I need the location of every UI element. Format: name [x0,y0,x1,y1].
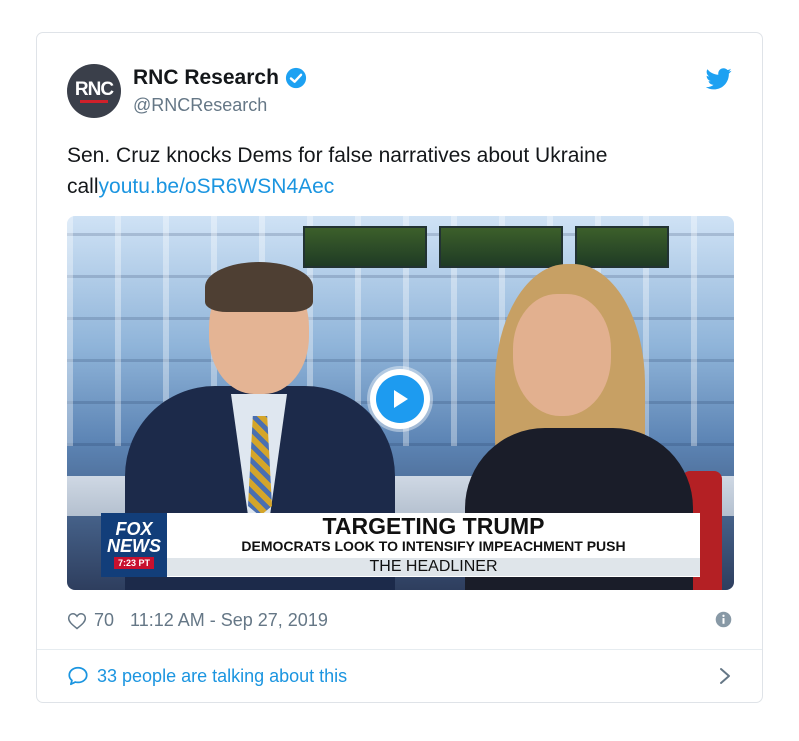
fox-news-logo: FOX NEWS 7:23 PT [101,513,167,577]
author-handle[interactable]: @RNCResearch [133,95,267,116]
tweet-meta: 70 11:12 AM - Sep 27, 2019 [67,610,732,631]
fox-logo-line2: NEWS [107,536,161,556]
twitter-bird-icon[interactable] [706,68,732,90]
play-button[interactable] [370,369,430,429]
video-background-monitor [439,226,563,268]
chyron-text: TARGETING TRUMP DEMOCRATS LOOK TO INTENS… [167,514,700,576]
video-player[interactable]: FOX NEWS 7:23 PT TARGETING TRUMP DEMOCRA… [67,216,734,590]
tweet-link[interactable]: youtu.be/oSR6WSN4Aec [99,175,335,198]
speech-bubble-icon [68,666,88,686]
chyron-subheadline: DEMOCRATS LOOK TO INTENSIFY IMPEACHMENT … [241,538,626,554]
conversation-count-text[interactable]: 33 people are talking about this [97,666,347,687]
chyron-headline: TARGETING TRUMP [322,513,545,539]
like-count[interactable]: 70 [94,610,114,631]
broadcast-time: 7:23 PT [113,557,154,569]
avatar-accent-bar [80,100,108,103]
avatar[interactable]: RNC [67,64,121,118]
video-background-monitor [303,226,427,268]
video-background-monitor [575,226,669,268]
tweet-timestamp[interactable]: 11:12 AM - Sep 27, 2019 [130,610,328,631]
info-icon[interactable] [715,611,732,628]
chyron-show-name: THE HEADLINER [167,558,700,576]
tweet-text: Sen. Cruz knocks Dems for false narrativ… [67,140,732,202]
chevron-right-icon[interactable] [718,667,732,685]
tweet-card: RNC RNC Research @RNCResearch Sen. Cruz … [36,32,763,703]
heart-icon[interactable] [67,611,87,631]
author-name-row[interactable]: RNC Research [133,66,307,90]
verified-badge-icon [285,67,306,89]
play-icon [376,375,424,423]
news-chyron: FOX NEWS 7:23 PT TARGETING TRUMP DEMOCRA… [101,513,700,577]
video-anchor-left-hair [205,262,313,312]
divider [37,649,762,650]
author-name[interactable]: RNC Research [133,66,279,90]
video-anchor-right-head [513,294,611,416]
conversation-link[interactable]: 33 people are talking about this [67,665,732,687]
avatar-monogram: RNC [74,78,114,100]
